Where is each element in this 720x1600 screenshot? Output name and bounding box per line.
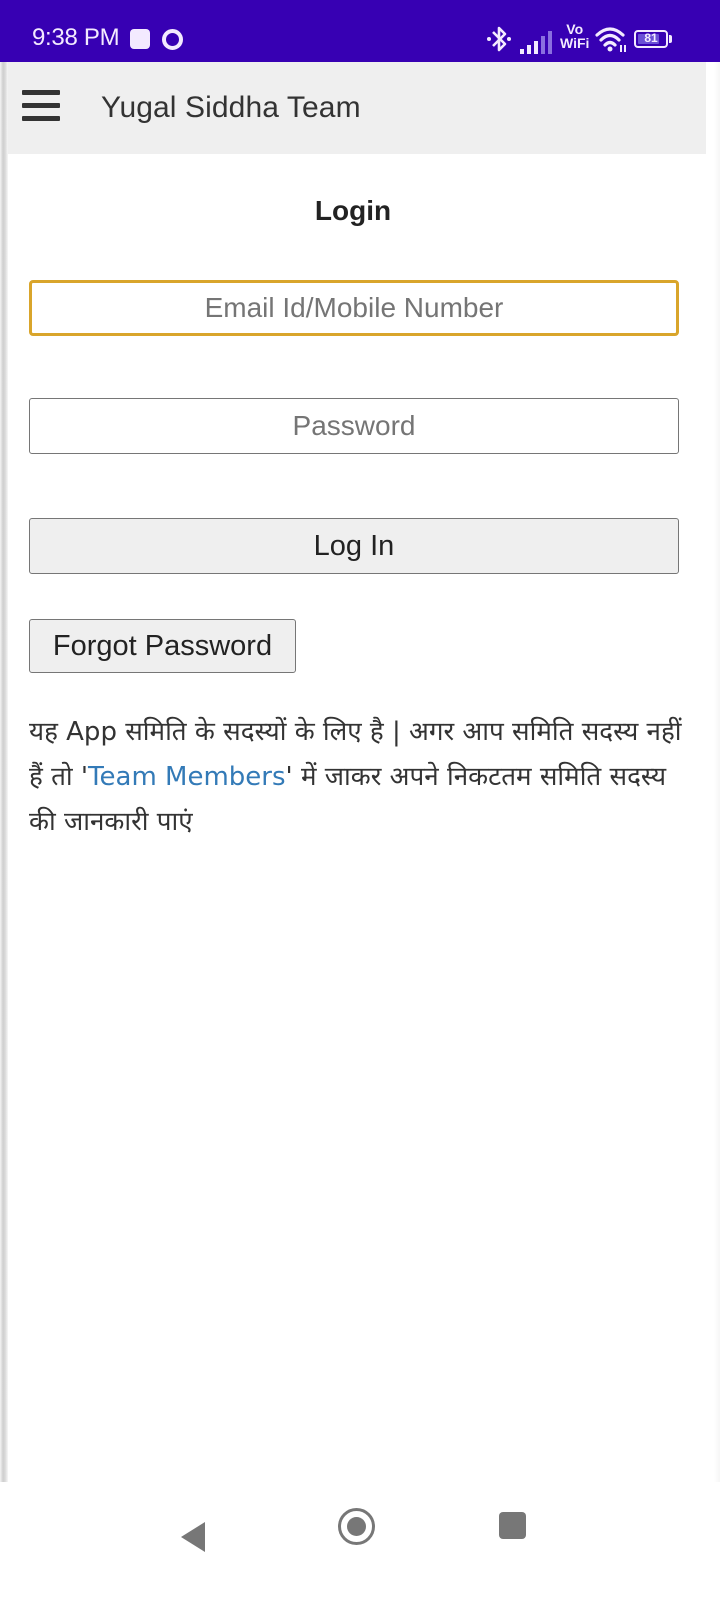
drawer-edge-handle[interactable] — [0, 62, 8, 1482]
forgot-password-button[interactable]: Forgot Password — [29, 619, 296, 673]
navigation-bar — [0, 1482, 720, 1600]
right-edge — [714, 62, 720, 1482]
wifi-icon — [595, 27, 626, 52]
battery-nub — [669, 35, 672, 43]
team-members-link[interactable]: Team Members — [88, 762, 285, 792]
battery-icon: 81 — [634, 30, 668, 48]
info-message: यह App समिति के सदस्यों के लिए है | अगर … — [29, 710, 689, 845]
hamburger-bar — [22, 90, 60, 95]
vowifi-label-bottom: WiFi — [560, 35, 590, 51]
signal-icon — [520, 31, 552, 54]
hamburger-bar — [22, 116, 60, 121]
password-input[interactable] — [29, 398, 679, 454]
bluetooth-icon — [487, 26, 511, 52]
home-icon[interactable] — [338, 1508, 375, 1545]
hamburger-bar — [22, 103, 60, 108]
app-header: Yugal Siddha Team — [8, 62, 706, 154]
square-notification-icon — [130, 29, 150, 49]
app-webview: Yugal Siddha Team Login Log In Forgot Pa… — [0, 62, 720, 1482]
back-icon[interactable] — [181, 1522, 205, 1552]
email-mobile-input[interactable] — [29, 280, 679, 336]
vowifi-label-top: Vo — [566, 21, 584, 37]
vowifi-icon: Vo WiFi — [560, 22, 589, 52]
recents-icon[interactable] — [499, 1512, 526, 1539]
status-bar: 9:38 PM Vo WiFi 81 — [0, 0, 720, 62]
login-heading: Login — [314, 195, 392, 226]
hamburger-menu-icon[interactable] — [22, 90, 60, 122]
status-time: 9:38 PM — [32, 24, 120, 51]
battery-percent: 81 — [644, 31, 658, 45]
circle-notification-icon — [162, 29, 183, 50]
login-button[interactable]: Log In — [29, 518, 679, 574]
app-title: Yugal Siddha Team — [101, 91, 361, 124]
